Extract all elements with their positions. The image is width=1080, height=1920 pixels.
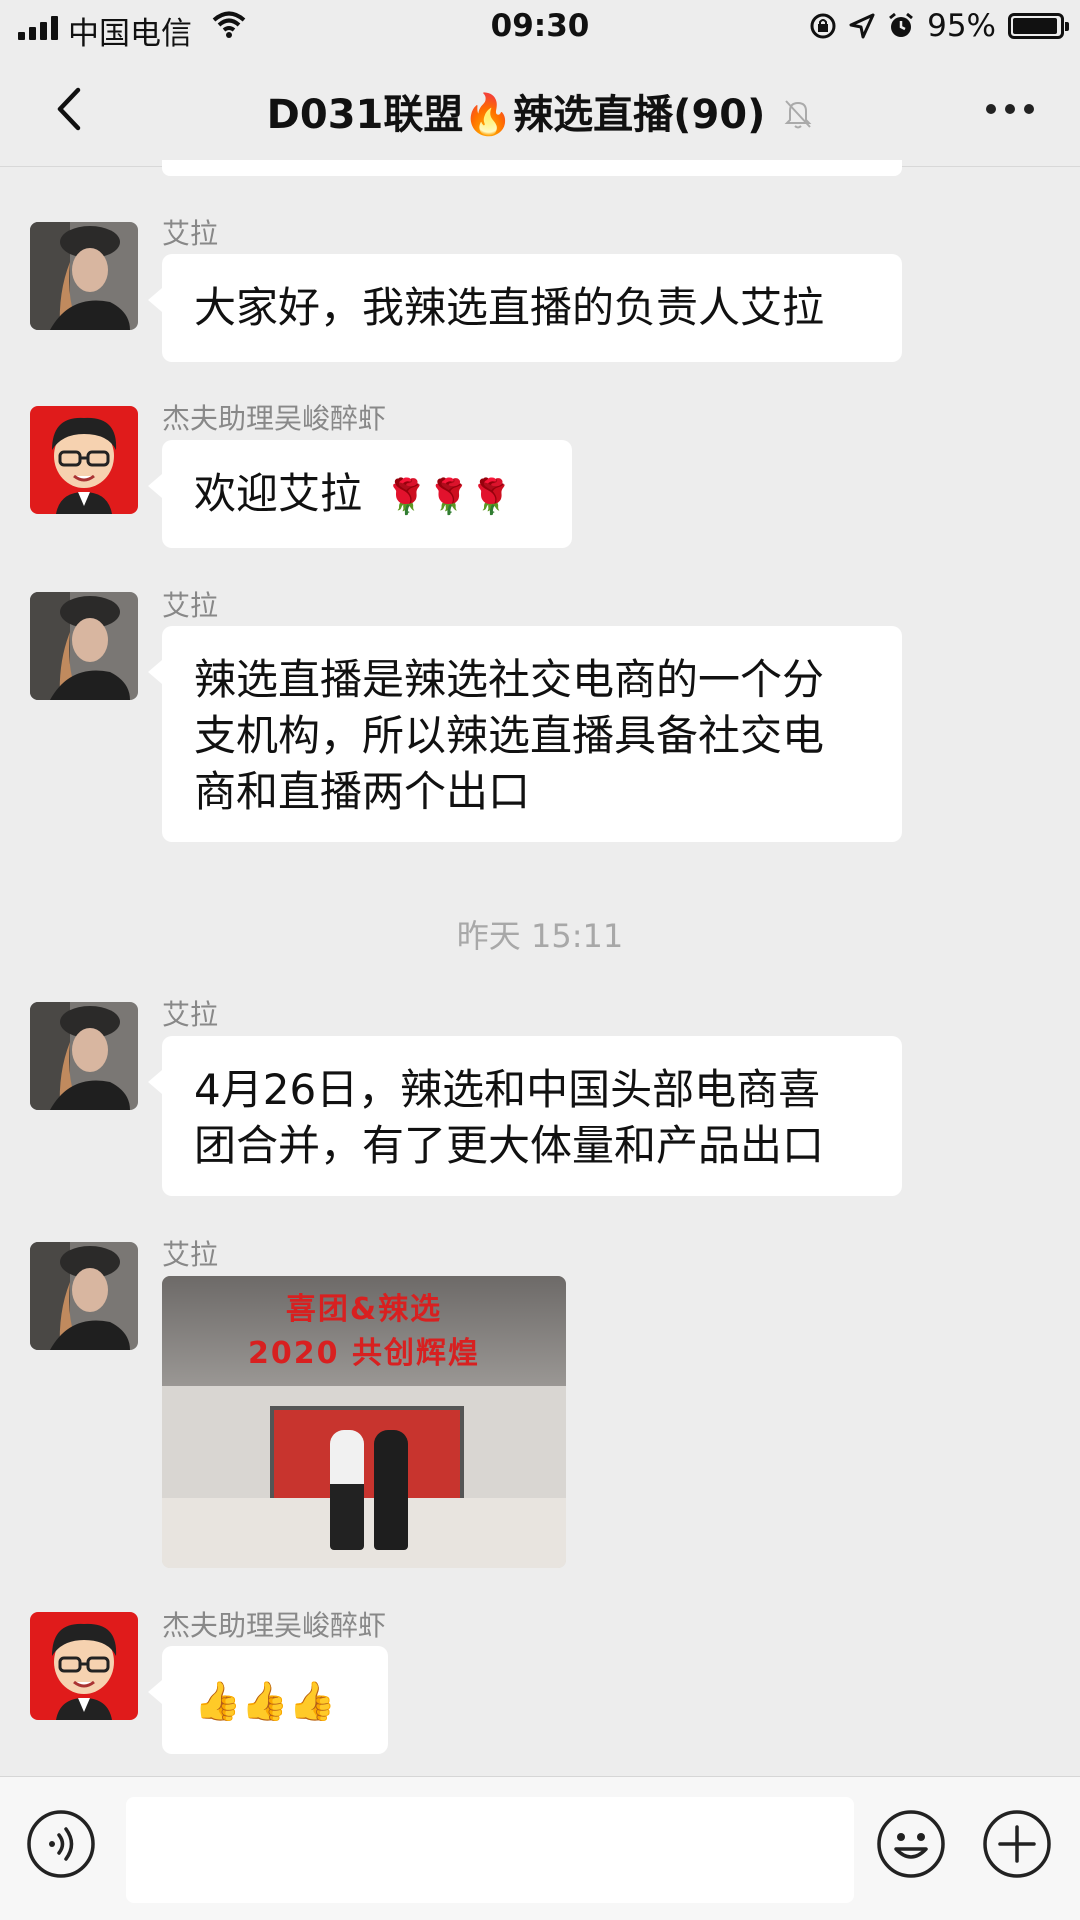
plus-circle-icon	[983, 1810, 1051, 1878]
rotation-lock-icon	[810, 13, 836, 39]
sender-name: 杰夫助理吴峻醉虾	[162, 402, 387, 435]
chat-title-suffix: 辣选直播(90)	[513, 92, 766, 138]
battery-level	[1013, 18, 1057, 34]
back-button[interactable]	[46, 84, 96, 134]
sender-name: 杰夫助理吴峻醉虾	[162, 1609, 387, 1642]
avatar-jeff-assistant[interactable]	[30, 1612, 138, 1720]
avatar-aila[interactable]	[30, 592, 138, 700]
status-right-group: 95%	[809, 8, 1069, 44]
photo-floor	[162, 1498, 566, 1568]
message-bubble[interactable]: 大家好，我辣选直播的负责人艾拉	[148, 254, 902, 362]
location-icon	[849, 13, 875, 39]
message-text-line: 商和直播两个出口	[194, 767, 531, 816]
message-text-line: 辣选直播是辣选社交电商的一个分	[194, 655, 825, 704]
input-bar	[0, 1776, 1080, 1920]
battery-percent: 95%	[927, 8, 996, 44]
sender-name: 艾拉	[162, 1238, 219, 1271]
message-image[interactable]: 喜团&辣选 2020 共创辉煌	[162, 1276, 566, 1568]
voice-icon	[27, 1810, 95, 1878]
message-bubble[interactable]: 欢迎艾拉 🌹🌹🌹	[148, 440, 572, 548]
chat-screen: 中国电信 09:30 95% D031联盟🔥辣选直播(90) 艾拉 大家好，我辣…	[0, 0, 1080, 1920]
nav-bar: D031联盟🔥辣选直播(90)	[0, 54, 1080, 167]
message-bubble[interactable]: 辣选直播是辣选社交电商的一个分 支机构，所以辣选直播具备社交电 商和直播两个出口	[148, 626, 902, 842]
photo-caption-line-2: 2020 共创辉煌	[248, 1336, 480, 1371]
chat-title[interactable]: D031联盟🔥辣选直播(90)	[140, 82, 940, 140]
fire-emoji: 🔥	[463, 92, 514, 138]
chevron-left-icon	[57, 87, 81, 131]
rose-emoji: 🌹🌹🌹	[385, 477, 513, 517]
message-text-line: 支机构，所以辣选直播具备社交电	[194, 711, 825, 760]
avatar-aila[interactable]	[30, 222, 138, 330]
alarm-icon	[889, 12, 914, 37]
photo-person	[330, 1430, 364, 1550]
sender-name: 艾拉	[162, 217, 219, 250]
message-bubble[interactable]: 4月26日，辣选和中国头部电商喜 团合并，有了更大体量和产品出口	[148, 1036, 902, 1196]
thumbs-up-emoji: 👍👍👍	[194, 1679, 336, 1723]
chat-title-prefix: D031联盟	[266, 92, 464, 138]
battery-icon	[1008, 13, 1069, 39]
message-text-line: 大家好，我辣选直播的负责人艾拉	[194, 283, 825, 332]
message-text-line: 4月26日，辣选和中国头部电商喜	[194, 1065, 821, 1114]
message-text-line: 团合并，有了更大体量和产品出口	[194, 1121, 825, 1170]
more-button[interactable]	[986, 104, 1034, 114]
avatar-aila[interactable]	[30, 1242, 138, 1350]
photo-person	[374, 1430, 408, 1550]
avatar-jeff-assistant[interactable]	[30, 406, 138, 514]
avatar-aila[interactable]	[30, 1002, 138, 1110]
message-bubble[interactable]: 👍👍👍	[148, 1646, 388, 1754]
status-bar: 中国电信 09:30 95%	[0, 0, 1080, 54]
message-input[interactable]	[126, 1797, 854, 1903]
sender-name: 艾拉	[162, 589, 219, 622]
sender-name: 艾拉	[162, 998, 219, 1031]
voice-button[interactable]	[26, 1809, 96, 1879]
more-dots-icon	[986, 104, 996, 114]
message-text: 欢迎艾拉	[194, 469, 363, 518]
emoji-button[interactable]	[876, 1809, 946, 1879]
chat-timestamp: 昨天 15:11	[456, 917, 624, 955]
bell-off-icon	[783, 94, 813, 140]
photo-caption-line-1: 喜团&辣选	[285, 1292, 443, 1327]
plus-button[interactable]	[982, 1809, 1052, 1879]
previous-bubble-edge	[162, 160, 902, 176]
smiley-icon	[877, 1810, 945, 1878]
photo-banner: 喜团&辣选 2020 共创辉煌	[162, 1276, 566, 1386]
